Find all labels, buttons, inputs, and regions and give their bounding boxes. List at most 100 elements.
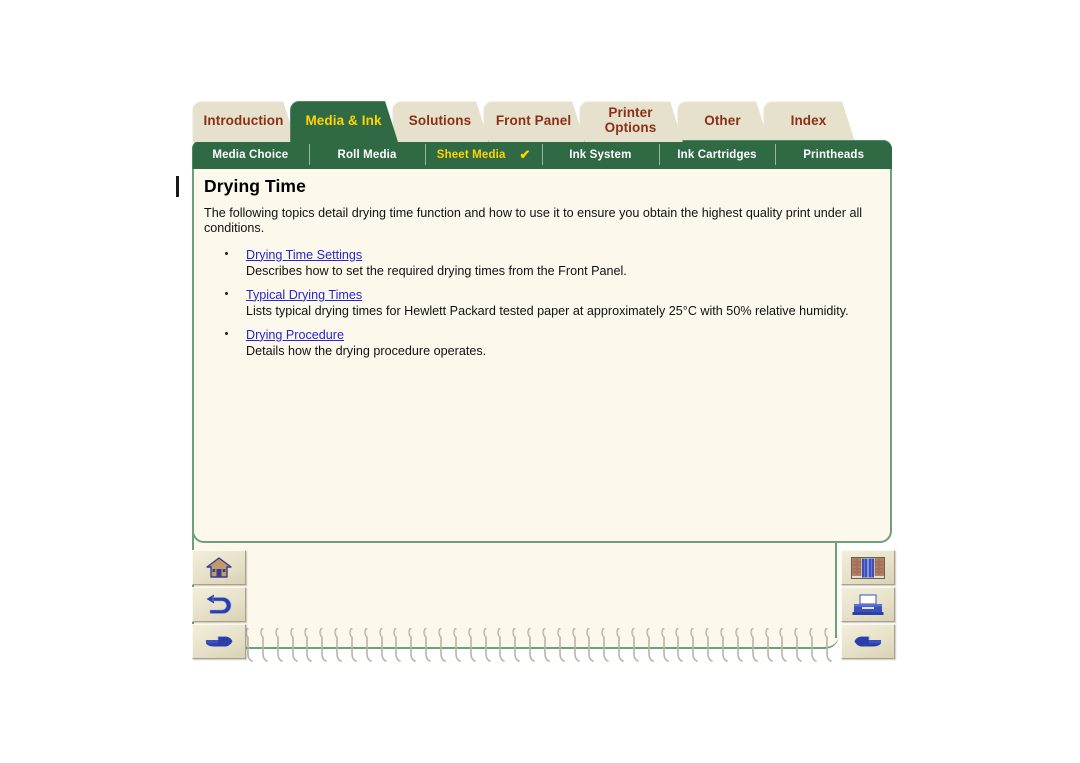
check-icon: ✔	[519, 146, 531, 162]
home-button[interactable]	[192, 550, 246, 585]
spiral-coil	[497, 627, 508, 662]
tab-label: Solutions	[408, 112, 472, 128]
page-intro-text: The following topics detail drying time …	[204, 206, 863, 236]
next-page-button[interactable]	[192, 624, 246, 659]
spiral-coil	[705, 627, 716, 662]
spiral-coil	[690, 627, 701, 662]
subtab-label: Sheet Media	[436, 148, 506, 161]
spiral-coil	[542, 627, 553, 662]
help-viewer-page: Introduction Media & Ink Solutions Front Pa…	[0, 0, 1080, 763]
main-tab-row: Introduction Media & Ink Solutions Front Pa…	[192, 101, 912, 142]
spiral-coil	[438, 627, 449, 662]
subtab-label: Media Choice	[212, 148, 289, 161]
spiral-coil	[364, 627, 375, 662]
spiral-coil	[378, 627, 390, 662]
hand-backward-icon	[854, 636, 881, 647]
spiral-coil	[319, 627, 330, 662]
spiral-coil	[571, 627, 583, 662]
subtab-sheet-media[interactable]: Sheet Media ✔	[425, 140, 542, 169]
subtab-label: Ink Cartridges	[677, 148, 757, 161]
topic-item: Drying Procedure Details how the drying p…	[204, 326, 880, 359]
subtab-media-choice[interactable]: Media Choice	[192, 140, 309, 169]
spiral-coil	[482, 627, 494, 662]
tab-label: Other	[704, 112, 741, 128]
spiral-coil	[393, 627, 404, 662]
spiral-coil	[512, 627, 523, 662]
spiral-coil	[275, 627, 286, 662]
subtab-ink-system[interactable]: Ink System	[542, 140, 659, 169]
spiral-coil	[735, 627, 746, 662]
print-button[interactable]	[841, 587, 895, 622]
spiral-coil	[601, 627, 612, 662]
spiral-coil	[557, 627, 568, 662]
printer-icon	[852, 594, 884, 615]
subtab-ink-cartridges[interactable]: Ink Cartridges	[658, 140, 776, 169]
bullet-icon	[225, 251, 228, 255]
subtab-label: Ink System	[569, 148, 632, 161]
bookshelf-icon	[851, 556, 885, 579]
subtab-label: Roll Media	[337, 148, 397, 161]
spiral-coil	[750, 627, 761, 662]
subtab-printheads[interactable]: Printheads	[775, 140, 892, 169]
tab-introduction[interactable]: Introduction	[192, 101, 296, 142]
change-bar	[176, 176, 179, 197]
topic-link[interactable]: Drying Procedure	[246, 328, 344, 342]
hand-forward-icon	[206, 636, 233, 647]
spiral-coil	[779, 627, 790, 662]
tab-media-ink[interactable]: Media & Ink	[290, 101, 398, 142]
topic-item: Drying Time Settings Describes how to set…	[204, 246, 880, 279]
spiral-coil	[527, 627, 538, 662]
tab-solutions[interactable]: Solutions	[392, 101, 489, 142]
tab-label: Media & Ink	[305, 112, 382, 128]
spiral-coil	[408, 627, 419, 662]
spiral-coil	[289, 627, 301, 662]
content-body: Drying Time The following topics detail …	[204, 176, 880, 366]
contents-button[interactable]	[841, 550, 895, 585]
topic-description: Details how the drying procedure operate…	[246, 343, 487, 358]
topic-link[interactable]: Drying Time Settings	[246, 248, 362, 262]
tab-index[interactable]: Index	[763, 101, 855, 142]
spiral-coil	[423, 627, 434, 662]
subtab-label: Printheads	[803, 148, 865, 161]
subtab-roll-media[interactable]: Roll Media	[308, 140, 426, 169]
spiral-coil	[809, 627, 820, 662]
sub-tab-bar: Media Choice Roll Media Sheet Media ✔ Ink Sy…	[192, 140, 892, 169]
spiral-coil	[660, 627, 672, 662]
spiral-coil	[646, 627, 657, 662]
tab-front-panel[interactable]: Front Panel	[483, 101, 585, 142]
topic-description: Describes how to set the required drying…	[246, 263, 627, 278]
spiral-coil	[631, 627, 642, 662]
previous-page-button[interactable]	[841, 624, 895, 659]
page-title: Drying Time	[204, 176, 306, 196]
content-page: Drying Time The following topics detail …	[192, 169, 892, 543]
spiral-coil	[467, 627, 479, 662]
spiral-coil	[824, 627, 835, 662]
spiral-coil	[245, 627, 256, 662]
bullet-icon	[225, 331, 228, 335]
bullet-icon	[225, 291, 228, 295]
spiral-coil	[334, 627, 345, 662]
back-arrow-icon	[206, 594, 232, 614]
spiral-coil	[453, 627, 464, 662]
spiral-coil	[764, 627, 776, 662]
topic-list: Drying Time Settings Describes how to set…	[204, 246, 880, 359]
tab-label: Index	[790, 112, 827, 128]
topic-item: Typical Drying Times Lists typical drying…	[204, 286, 880, 319]
spiral-coil	[720, 627, 731, 662]
tab-label: Printer Options	[604, 105, 657, 135]
tab-label: Introduction	[203, 112, 284, 128]
spiral-coil	[260, 627, 271, 662]
back-button[interactable]	[192, 587, 246, 622]
topic-description: Lists typical drying times for Hewlett P…	[246, 303, 849, 318]
spiral-coil	[616, 627, 627, 662]
tab-other[interactable]: Other	[677, 101, 769, 142]
spiral-coil	[794, 627, 805, 662]
tab-printer-options[interactable]: Printer Options	[579, 101, 683, 142]
spiral-coil	[304, 627, 315, 662]
spiral-coil	[586, 627, 597, 662]
spiral-binding	[245, 627, 835, 662]
topic-link[interactable]: Typical Drying Times	[246, 288, 362, 302]
tab-label: Front Panel	[495, 112, 572, 128]
home-icon	[206, 557, 232, 578]
spiral-coil	[675, 627, 686, 662]
